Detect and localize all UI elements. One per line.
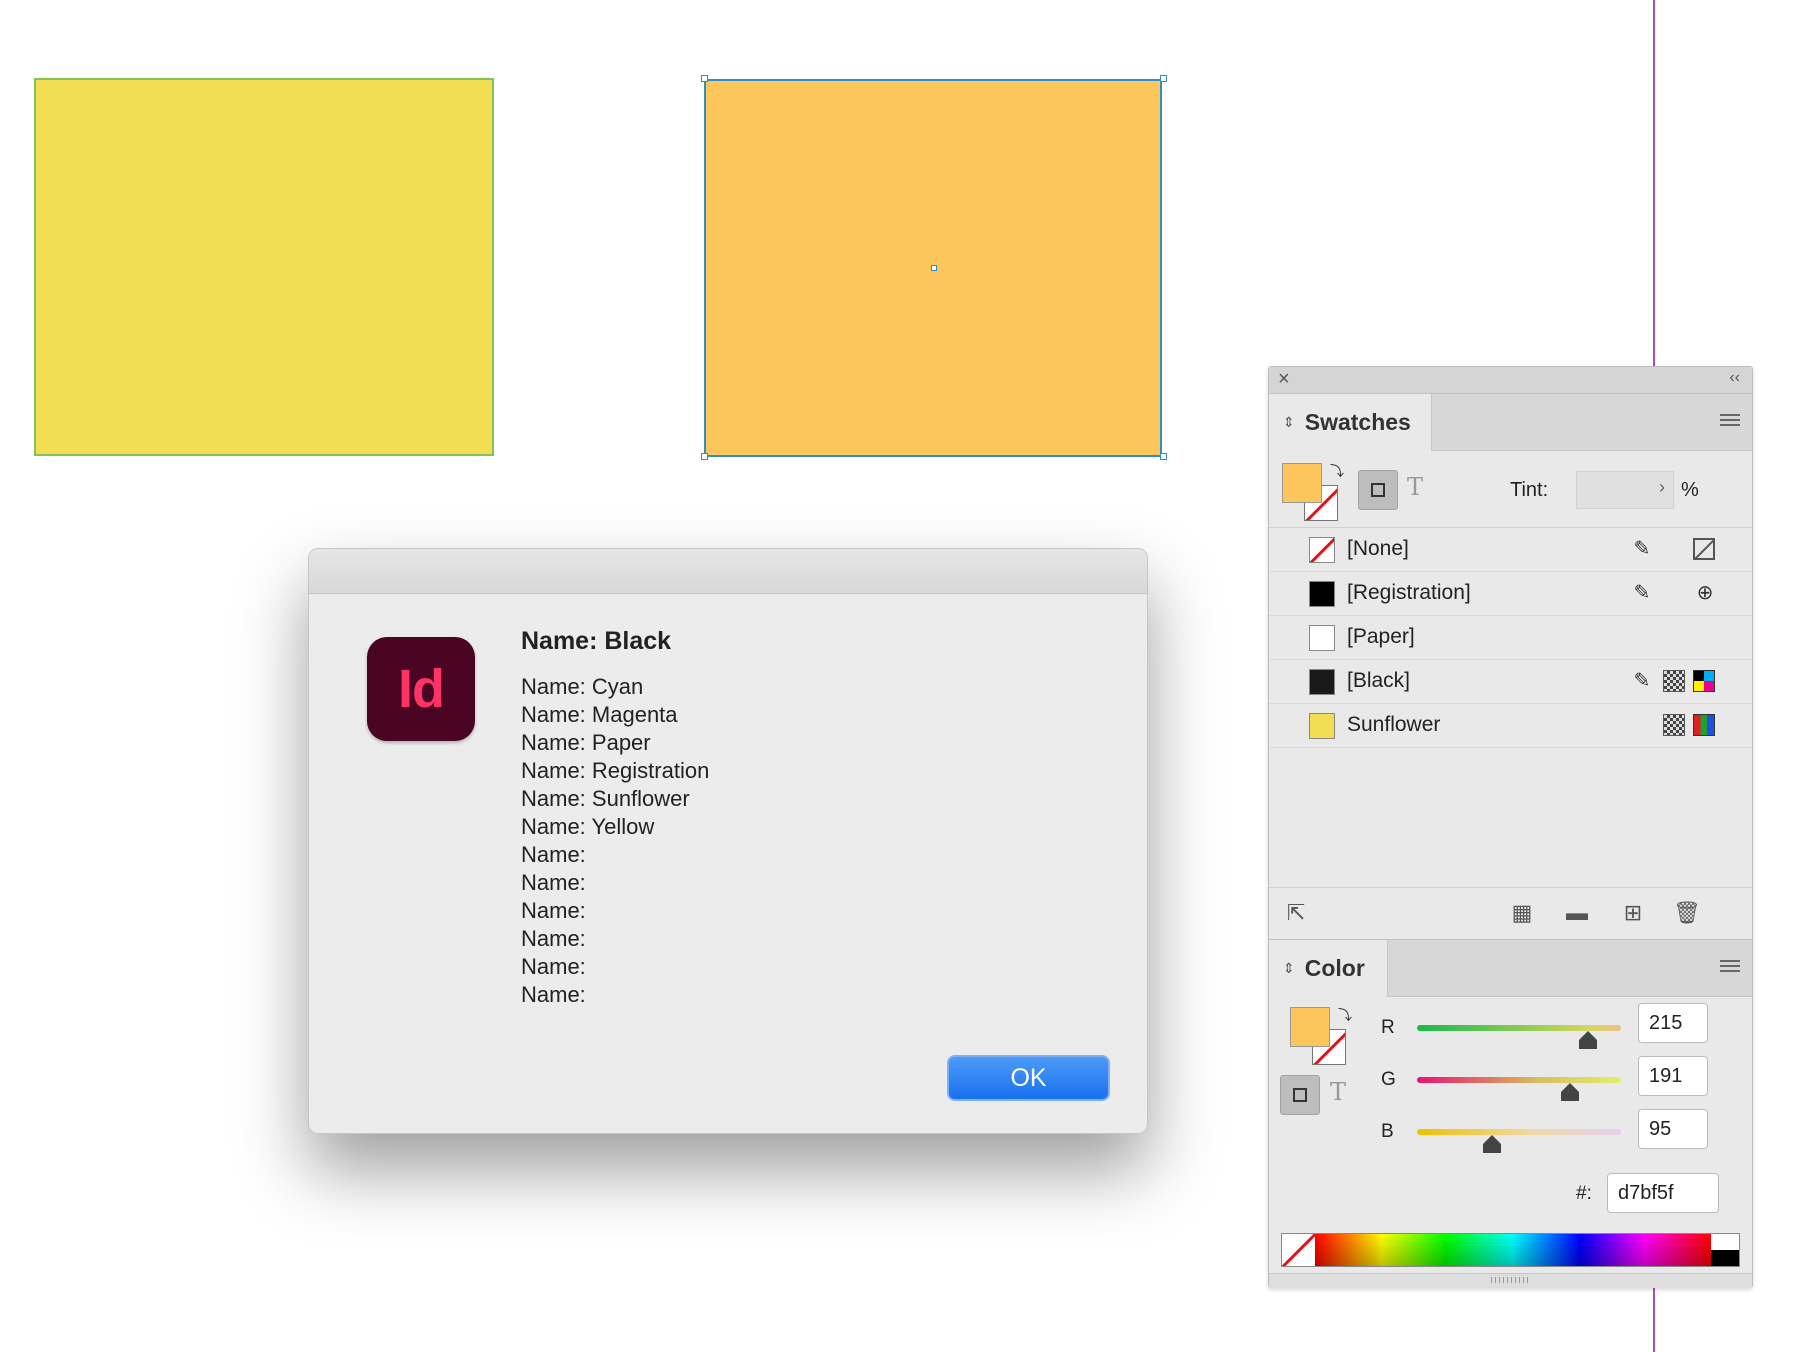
blue-slider-thumb[interactable]	[1483, 1135, 1502, 1153]
selection-handle-bottom-right[interactable]	[1160, 453, 1167, 460]
tint-label: Tint:	[1510, 479, 1549, 501]
tab-color[interactable]: ⇕ Color	[1269, 940, 1388, 997]
red-channel-label: R	[1381, 1017, 1395, 1038]
dialog-titlebar[interactable]	[309, 549, 1147, 594]
green-slider-thumb[interactable]	[1561, 1083, 1579, 1101]
rgb-sliders: R 215 G 191 B 95	[1269, 1003, 1752, 1163]
tab-swatches[interactable]: ⇕ Swatches	[1269, 394, 1432, 451]
registration-swatch-chip	[1309, 581, 1335, 607]
message-line: Name:	[521, 954, 586, 979]
process-color-icon	[1663, 714, 1685, 736]
rgb-mode-icon	[1693, 714, 1715, 736]
swatch-name: [Registration]	[1347, 581, 1471, 604]
no-edit-pencil-icon: ✎	[1633, 582, 1651, 604]
panel-dock-topbar[interactable]: × ‹‹	[1269, 367, 1752, 394]
none-type-icon	[1693, 538, 1715, 560]
indesign-app-icon: Id	[367, 637, 475, 741]
color-spectrum-ramp[interactable]	[1281, 1233, 1740, 1267]
green-slider-track[interactable]	[1417, 1077, 1621, 1083]
swatch-row-paper[interactable]: [Paper]	[1269, 616, 1752, 660]
message-line: Name:	[521, 926, 586, 951]
none-swatch-chip	[1309, 537, 1335, 563]
message-line: Name: Registration	[521, 758, 710, 783]
swatch-name: [None]	[1347, 537, 1409, 560]
green-value-field[interactable]: 191	[1638, 1056, 1708, 1096]
green-channel-label: G	[1381, 1069, 1396, 1090]
collapse-panels-icon[interactable]: ‹‹	[1729, 369, 1740, 387]
message-line: Name: Paper	[521, 730, 651, 755]
tint-percent: %	[1681, 479, 1699, 501]
apply-to-container-button[interactable]	[1358, 470, 1398, 510]
color-tab-strip: ⇕ Color	[1269, 939, 1752, 997]
selection-handle-top-right[interactable]	[1160, 75, 1167, 82]
panel-resize-grip[interactable]	[1269, 1273, 1752, 1288]
message-line: Name: Cyan	[521, 674, 644, 699]
swatch-views-icon[interactable]: ▦	[1509, 900, 1535, 926]
message-line: Name: Yellow	[521, 814, 655, 839]
dialog-message-lines: Name: Cyan Name: Magenta Name: Paper Nam…	[521, 673, 709, 1009]
hex-label: #:	[1576, 1183, 1592, 1204]
message-line: Name:	[521, 982, 586, 1007]
none-color-box[interactable]	[1282, 1234, 1316, 1266]
swatch-row-sunflower[interactable]: Sunflower	[1269, 704, 1752, 748]
message-line: Name:	[521, 898, 586, 923]
swatch-name: [Black]	[1347, 669, 1411, 692]
red-value-field[interactable]: 215	[1638, 1003, 1708, 1043]
dialog-message-title: Name: Black	[521, 627, 672, 655]
no-edit-pencil-icon: ✎	[1633, 538, 1651, 560]
selection-handle-bottom-left[interactable]	[701, 453, 708, 460]
white-box[interactable]	[1711, 1234, 1739, 1250]
selection-center-point[interactable]	[931, 265, 937, 271]
swatch-row-none[interactable]: [None] ✎	[1269, 528, 1752, 572]
delete-swatch-icon[interactable]: 🗑	[1673, 900, 1701, 926]
color-tab-label: Color	[1304, 955, 1365, 981]
swatch-name: Sunflower	[1347, 713, 1441, 736]
ok-button[interactable]: OK	[947, 1055, 1110, 1101]
spectrum-gradient[interactable]	[1315, 1234, 1711, 1266]
yellow-rectangle[interactable]	[34, 78, 494, 456]
black-swatch-chip	[1309, 669, 1335, 695]
app-icon-label: Id	[398, 659, 445, 719]
swatches-tab-label: Swatches	[1304, 409, 1411, 435]
message-line: Name:	[521, 842, 586, 867]
show-swatch-kinds-icon[interactable]: ⇱	[1283, 900, 1309, 926]
registration-target-icon: ⊕	[1696, 582, 1714, 604]
selection-handle-top-left[interactable]	[701, 75, 708, 82]
cmyk-mode-icon	[1693, 670, 1715, 692]
blue-slider-track[interactable]	[1417, 1129, 1621, 1135]
updown-chevron-icon: ⇕	[1283, 960, 1295, 976]
hex-value-field[interactable]: d7bf5f	[1607, 1173, 1719, 1213]
swatches-tab-strip: ⇕ Swatches	[1269, 394, 1752, 451]
tint-field[interactable]: ›	[1576, 471, 1674, 509]
message-line: Name: Sunflower	[521, 786, 690, 811]
new-color-group-icon[interactable]: ▬	[1564, 900, 1590, 926]
red-slider-thumb[interactable]	[1579, 1031, 1598, 1049]
fill-stroke-proxy[interactable]: ⤵	[1282, 463, 1344, 523]
sunflower-swatch-chip	[1309, 713, 1335, 739]
black-box[interactable]	[1711, 1250, 1739, 1266]
swatch-row-black[interactable]: [Black] ✎	[1269, 660, 1752, 704]
process-color-icon	[1663, 670, 1685, 692]
new-swatch-icon[interactable]: ⊞	[1620, 900, 1646, 926]
no-edit-pencil-icon: ✎	[1633, 670, 1651, 692]
paper-swatch-chip	[1309, 625, 1335, 651]
blue-channel-label: B	[1381, 1121, 1394, 1142]
swatches-footer: ⇱ ▦ ▬ ⊞ 🗑	[1269, 887, 1752, 938]
fill-swatch[interactable]	[1282, 463, 1322, 503]
panel-dock: × ‹‹ ⇕ Swatches ⤵ T Tint: › % [None] ✎ […	[1268, 366, 1753, 1288]
close-icon[interactable]: ×	[1278, 368, 1290, 391]
message-line: Name:	[521, 870, 586, 895]
panel-menu-icon[interactable]	[1720, 960, 1740, 974]
chevron-right-icon[interactable]: ›	[1659, 477, 1665, 498]
updown-chevron-icon: ⇕	[1283, 414, 1295, 430]
panel-menu-icon[interactable]	[1720, 414, 1740, 428]
blue-value-field[interactable]: 95	[1638, 1109, 1708, 1149]
swatch-row-registration[interactable]: [Registration] ✎ ⊕	[1269, 572, 1752, 616]
swap-fill-stroke-icon[interactable]: ⤵	[1330, 461, 1344, 481]
message-line: Name: Magenta	[521, 702, 678, 727]
swatch-list: [None] ✎ [Registration] ✎ ⊕ [Paper] [Bla…	[1269, 527, 1752, 748]
apply-to-text-icon[interactable]: T	[1407, 473, 1423, 501]
alert-dialog: Id Name: Black Name: Cyan Name: Magenta …	[308, 548, 1148, 1134]
swatch-name: [Paper]	[1347, 625, 1415, 648]
